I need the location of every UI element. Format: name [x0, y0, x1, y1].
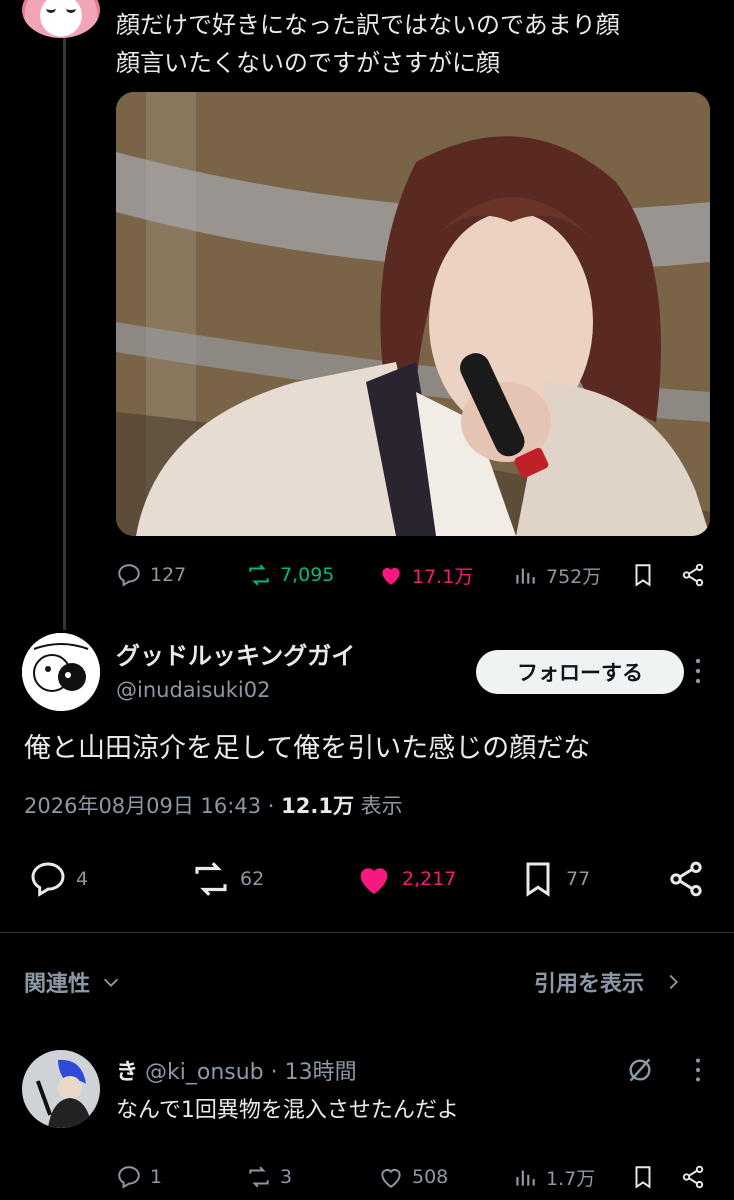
reply-icon [31, 862, 65, 897]
post-views-label: 表示 [360, 794, 403, 818]
bookmark-icon [635, 564, 651, 587]
reply-repost-count: 3 [280, 1166, 293, 1188]
repost-icon [249, 1166, 269, 1188]
related-label: 関連性 [24, 972, 91, 997]
reply-button[interactable]: 127 [116, 558, 186, 592]
like-button[interactable]: 17.1万 [378, 558, 473, 592]
repost-icon [195, 862, 227, 896]
bookmark-icon [526, 862, 550, 897]
reply-icon [118, 564, 140, 587]
avatar-illustration [22, 633, 100, 711]
reply-text: なんで1回異物を混入させたんだよ [116, 1098, 459, 1123]
like-count: 17.1万 [412, 565, 474, 588]
avatar-eye-left [46, 4, 56, 13]
share-icon [682, 563, 704, 587]
quotes-label: 引用を表示 [534, 972, 645, 997]
share-icon [670, 861, 702, 897]
reply-views-button[interactable]: 1.7万 [512, 1160, 595, 1194]
post-views-count: 12.1万 [281, 794, 354, 818]
reply-views-count: 1.7万 [546, 1167, 596, 1190]
reply-author-name[interactable]: き [116, 1060, 138, 1085]
meta-separator: · [267, 794, 275, 818]
reply-actions: 1 3 508 1.7万 [116, 1160, 716, 1194]
more-icon [695, 658, 701, 684]
views-icon [516, 568, 535, 584]
post-photo[interactable] [116, 92, 710, 536]
views-count: 752万 [546, 565, 602, 588]
reply-repost-button[interactable]: 3 [246, 1160, 292, 1194]
like-count: 2,217 [402, 868, 457, 890]
reply-more-button[interactable] [688, 1054, 708, 1086]
repost-count: 7,095 [280, 564, 335, 586]
quoted-post-text-line1: 顔だけで好きになった訳ではないのであまり顔 [116, 11, 620, 39]
reply-count: 127 [150, 564, 187, 586]
chevron-right-icon [669, 974, 678, 990]
reply-bookmark-button[interactable] [630, 1160, 656, 1194]
reply-button[interactable]: 4 [28, 856, 88, 902]
reply-avatar-illustration [22, 1050, 100, 1128]
like-icon [360, 868, 388, 894]
thread-line [63, 30, 66, 630]
author-handle[interactable]: @inudaisuki02 [116, 678, 270, 702]
bookmark-button[interactable]: 77 [518, 856, 590, 902]
quoted-post-text: 顔だけで好きになった訳ではないのであまり顔 顔言いたくないのですがさすがに顔 [116, 6, 716, 82]
views-button[interactable]: 752万 [512, 558, 601, 592]
author-avatar[interactable] [22, 633, 100, 711]
reply-reply-count: 1 [150, 1166, 163, 1188]
reply-reply-button[interactable]: 1 [116, 1160, 162, 1194]
follow-button[interactable]: フォローする [476, 650, 684, 694]
reply-author-handle[interactable]: @ki_onsub [145, 1060, 264, 1085]
grok-icon [629, 1058, 651, 1082]
repost-count: 62 [240, 868, 265, 890]
more-icon [695, 1058, 701, 1082]
repost-button[interactable]: 62 [190, 856, 264, 902]
share-icon [682, 1165, 704, 1189]
views-icon [516, 1170, 535, 1186]
repost-icon [249, 564, 269, 586]
quoted-post-actions: 127 7,095 17.1万 752万 [116, 558, 716, 592]
grok-button[interactable] [624, 1054, 656, 1086]
quoted-author-avatar[interactable] [22, 0, 100, 38]
reply-count: 4 [76, 868, 89, 890]
share-button[interactable] [666, 856, 706, 902]
reply-icon [118, 1166, 140, 1189]
avatar-eye-right [66, 4, 76, 13]
repost-button[interactable]: 7,095 [246, 558, 334, 592]
bookmark-count: 77 [566, 868, 591, 890]
bookmark-button[interactable] [630, 558, 656, 592]
post-timestamp[interactable]: 2026年08月09日 16:43 [24, 794, 261, 818]
like-icon [382, 567, 400, 585]
author-display-name[interactable]: グッドルッキングガイ [116, 636, 355, 671]
post-text: 俺と山田涼介を足して俺を引いた感じの顔だな [24, 733, 591, 764]
reply-author-avatar[interactable] [22, 1050, 100, 1128]
like-button[interactable]: 2,217 [354, 856, 456, 902]
share-button[interactable] [680, 558, 706, 592]
reply-like-count: 508 [412, 1166, 449, 1188]
reply-separator: · [270, 1060, 278, 1085]
divider [0, 932, 734, 933]
reply-share-button[interactable] [680, 1160, 706, 1194]
quoted-post-text-line2: 顔言いたくないのですがさすがに顔 [116, 49, 500, 77]
reply-header: き @ki_onsub · 13時間 [116, 1054, 357, 1086]
reply-like-button[interactable]: 508 [378, 1160, 448, 1194]
post-meta: 2026年08月09日 16:43 · 12.1万 表示 [24, 790, 403, 820]
post-actions: 4 62 2,217 77 [24, 856, 714, 902]
view-quotes-link[interactable]: 引用を表示 [534, 966, 684, 998]
sort-related-button[interactable]: 関連性 [24, 966, 122, 998]
more-options-button[interactable] [688, 654, 708, 688]
bookmark-icon [635, 1166, 651, 1189]
chevron-down-icon [103, 978, 119, 987]
reply-time[interactable]: 13時間 [285, 1060, 357, 1085]
like-icon [381, 1169, 401, 1188]
photo-illustration [116, 92, 710, 536]
